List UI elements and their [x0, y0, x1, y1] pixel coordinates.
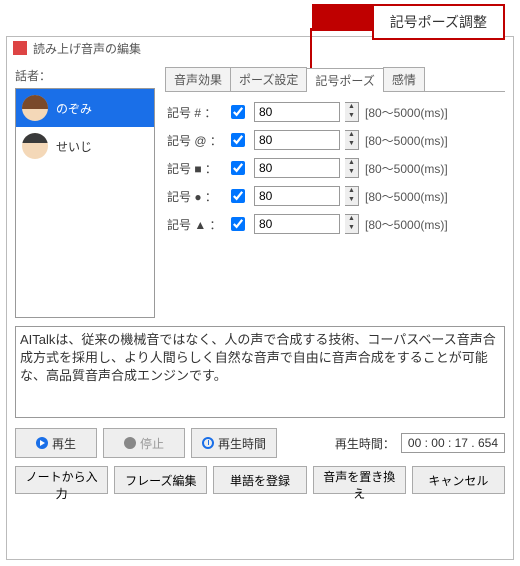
spinner[interactable]: ▲▼ — [345, 102, 359, 122]
callout-accent — [312, 4, 372, 31]
param-row-sharp: 記号 # ： ▲▼ [80～5000(ms)] — [167, 102, 501, 122]
param-label: 記号 ■ ： — [167, 160, 221, 177]
playtime-btn-label: 再生時間 — [218, 435, 266, 452]
param-row-circle: 記号 ● ： ▲▼ [80～5000(ms)] — [167, 186, 501, 206]
avatar — [22, 95, 48, 121]
param-range: [80～5000(ms)] — [365, 160, 448, 177]
param-row-triangle: 記号 ▲ ： ▲▼ [80～5000(ms)] — [167, 214, 501, 234]
speaker-name: のぞみ — [56, 100, 92, 117]
bottom-button-bar: ノートから入力 フレーズ編集 単語を登録 音声を置き換え キャンセル — [15, 466, 505, 494]
param-label: 記号 ▲ ： — [167, 216, 221, 233]
playtime-label: 再生時間： — [335, 435, 395, 452]
play-icon — [36, 437, 48, 449]
register-word-button[interactable]: 単語を登録 — [213, 466, 306, 494]
param-range: [80～5000(ms)] — [365, 104, 448, 121]
play-label: 再生 — [52, 435, 76, 452]
clock-icon — [202, 437, 214, 449]
param-range: [80～5000(ms)] — [365, 216, 448, 233]
param-value-input[interactable] — [254, 214, 340, 234]
speaker-name: せいじ — [56, 138, 92, 155]
param-value-input[interactable] — [254, 102, 340, 122]
avatar — [22, 133, 48, 159]
spinner[interactable]: ▲▼ — [345, 214, 359, 234]
param-checkbox[interactable] — [231, 217, 245, 231]
callout: 記号ポーズ調整 — [312, 4, 505, 40]
spinner[interactable]: ▲▼ — [345, 186, 359, 206]
param-row-at: 記号 @ ： ▲▼ [80～5000(ms)] — [167, 130, 501, 150]
playtime-button[interactable]: 再生時間 — [191, 428, 277, 458]
param-checkbox[interactable] — [231, 189, 245, 203]
tab-bar: 音声効果 ポーズ設定 記号ポーズ 感情 — [165, 67, 505, 92]
param-checkbox[interactable] — [231, 133, 245, 147]
speaker-item-nozomi[interactable]: のぞみ — [16, 89, 154, 127]
stop-label: 停止 — [140, 435, 164, 452]
param-value-input[interactable] — [254, 158, 340, 178]
param-value-input[interactable] — [254, 130, 340, 150]
speaker-label: 話者： — [15, 67, 155, 84]
window-title: 読み上げ音声の編集 — [33, 40, 141, 57]
spinner[interactable]: ▲▼ — [345, 158, 359, 178]
tab-sound-effect[interactable]: 音声効果 — [165, 67, 231, 91]
from-note-button[interactable]: ノートから入力 — [15, 466, 108, 494]
param-checkbox[interactable] — [231, 161, 245, 175]
app-icon — [13, 41, 27, 55]
param-checkbox[interactable] — [231, 105, 245, 119]
stop-icon — [124, 437, 136, 449]
replace-voice-button[interactable]: 音声を置き換え — [313, 466, 406, 494]
param-label: 記号 ● ： — [167, 188, 221, 205]
speaker-item-seiji[interactable]: せいじ — [16, 127, 154, 165]
play-button[interactable]: 再生 — [15, 428, 97, 458]
tab-emotion[interactable]: 感情 — [383, 67, 425, 91]
phrase-edit-button[interactable]: フレーズ編集 — [114, 466, 207, 494]
param-value-input[interactable] — [254, 186, 340, 206]
playback-bar: 再生 停止 再生時間 再生時間： 00 : 00 : 17 . 654 — [15, 428, 505, 458]
dialog-window: 読み上げ音声の編集 話者： のぞみ せいじ 音声効果 — [6, 36, 514, 560]
symbol-pause-panel: 記号 # ： ▲▼ [80～5000(ms)] 記号 @ ： ▲▼ [80～50… — [163, 92, 505, 246]
speaker-list[interactable]: のぞみ せいじ — [15, 88, 155, 318]
param-label: 記号 # ： — [167, 104, 221, 121]
callout-label: 記号ポーズ調整 — [372, 4, 505, 40]
titlebar: 読み上げ音声の編集 — [7, 37, 513, 59]
spinner[interactable]: ▲▼ — [345, 130, 359, 150]
playtime-value: 00 : 00 : 17 . 654 — [401, 433, 505, 453]
tab-symbol-pause[interactable]: 記号ポーズ — [306, 68, 383, 92]
cancel-button[interactable]: キャンセル — [412, 466, 505, 494]
text-input-area[interactable]: AITalkは、従来の機械音ではなく、人の声で合成する技術、コーパスベース音声合… — [15, 326, 505, 418]
stop-button[interactable]: 停止 — [103, 428, 185, 458]
param-row-square: 記号 ■ ： ▲▼ [80～5000(ms)] — [167, 158, 501, 178]
param-range: [80～5000(ms)] — [365, 188, 448, 205]
param-label: 記号 @ ： — [167, 132, 221, 149]
param-range: [80～5000(ms)] — [365, 132, 448, 149]
tab-pause-setting[interactable]: ポーズ設定 — [230, 67, 307, 91]
